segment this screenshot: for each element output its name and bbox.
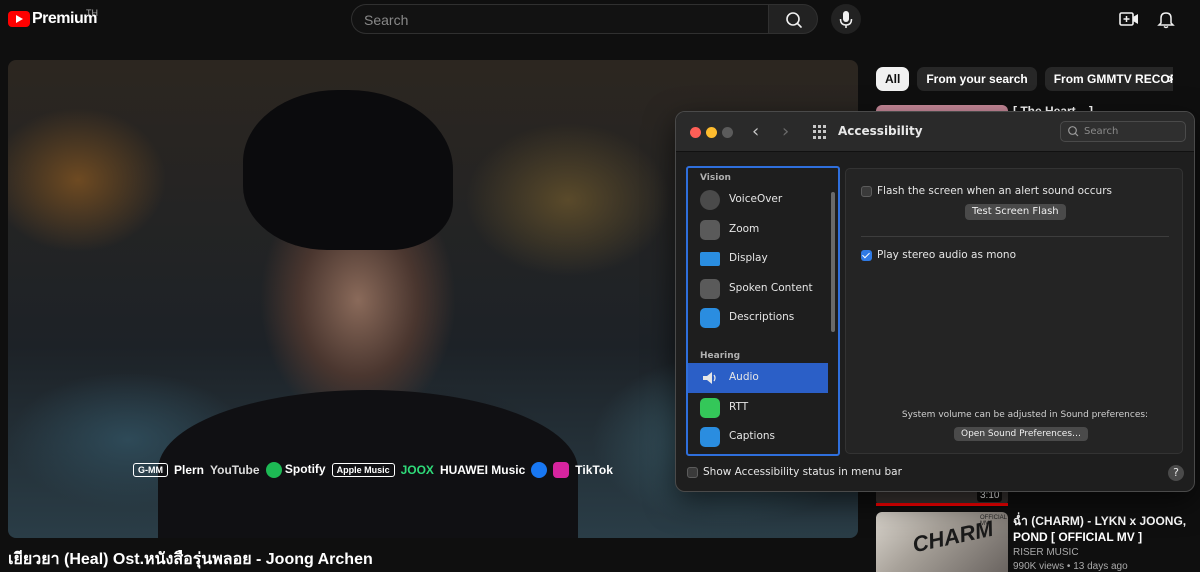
logo-apple-music: Apple Music: [331, 463, 395, 477]
microphone-icon: [839, 11, 853, 28]
sidebar-item-label: VoiceOver: [729, 193, 783, 205]
show-status-checkbox[interactable]: [687, 467, 698, 478]
logo-youtube: YouTube: [210, 463, 260, 477]
preferences-search-field[interactable]: Search: [1060, 121, 1186, 142]
show-all-grid-icon[interactable]: [813, 125, 827, 139]
instagram-icon: [553, 462, 570, 478]
chip-from-gmmtv-records[interactable]: From GMMTV RECORDS: [1044, 67, 1173, 91]
sidebar-item-voiceover[interactable]: VoiceOver: [688, 185, 828, 215]
notifications-button[interactable]: [1156, 9, 1176, 34]
section-vision: Vision: [700, 173, 731, 183]
logo-tiktok: TikTok: [575, 463, 613, 477]
video-frame-figure-hair: [243, 90, 453, 250]
chevron-right-icon[interactable]: ›: [1160, 70, 1180, 90]
create-video-icon: [1119, 12, 1138, 26]
sidebar-item-audio[interactable]: Audio: [688, 363, 828, 393]
search-icon: [1068, 126, 1079, 137]
spoken-content-icon: [700, 279, 720, 299]
window-titlebar[interactable]: ‹ › Accessibility Search: [676, 112, 1194, 152]
related-meta: 990K views • 13 days ago: [1013, 561, 1128, 572]
accessibility-sidebar[interactable]: Vision VoiceOver Zoom Display Spoken Con…: [686, 166, 840, 456]
country-code: TH: [86, 8, 98, 18]
bell-icon: [1157, 12, 1175, 29]
chip-all[interactable]: All: [876, 67, 910, 91]
minimize-window-button[interactable]: [706, 127, 717, 138]
sidebar-item-spoken-content[interactable]: Spoken Content: [688, 274, 828, 304]
sidebar-item-captions[interactable]: Captions: [688, 422, 828, 452]
video-title: เยียวยา (Heal) Ost.หนังสือรุ่นพลอย - Joo…: [8, 551, 373, 568]
sidebar-item-display[interactable]: Display: [688, 244, 828, 274]
create-button[interactable]: [1118, 9, 1140, 34]
sidebar-item-label: Spoken Content: [729, 282, 813, 294]
sidebar-item-descriptions[interactable]: Descriptions: [688, 303, 828, 333]
logo-joox: JOOX: [400, 463, 434, 477]
youtube-play-icon: [8, 11, 30, 27]
sidebar-item-zoom[interactable]: Zoom: [688, 215, 828, 245]
youtube-premium-logo[interactable]: Premium: [8, 10, 97, 28]
sidebar-item-label: Zoom: [729, 223, 760, 235]
back-chevron-icon[interactable]: ‹: [752, 121, 759, 142]
zoom-icon: [700, 220, 720, 240]
test-screen-flash-button[interactable]: Test Screen Flash: [965, 204, 1066, 220]
search-placeholder: Search: [1084, 126, 1119, 137]
search-box[interactable]: Search: [351, 4, 769, 34]
search-icon: [786, 12, 802, 28]
accessibility-window: ‹ › Accessibility Search Vision VoiceOve…: [675, 111, 1195, 492]
search-button[interactable]: [768, 4, 818, 34]
voice-search-button[interactable]: [831, 4, 861, 34]
help-button[interactable]: ?: [1168, 465, 1184, 481]
watch-progress-bar: [876, 503, 1008, 506]
logo-spotify-text: Spotify: [284, 462, 326, 477]
filter-chips: All From your search From GMMTV RECORDS: [876, 67, 1173, 91]
search-input[interactable]: Search: [364, 12, 408, 28]
sidebar-item-label: Audio: [729, 371, 759, 383]
flash-screen-label[interactable]: Flash the screen when an alert sound occ…: [877, 185, 1112, 197]
sidebar-item-label: RTT: [729, 401, 749, 413]
audio-settings-pane: Flash the screen when an alert sound occ…: [845, 168, 1183, 454]
mono-audio-checkbox[interactable]: [861, 250, 872, 261]
section-divider: [861, 236, 1169, 237]
volume-note: System volume can be adjusted in Sound p…: [901, 410, 1149, 420]
facebook-icon: [531, 462, 548, 478]
logo-gmm: G-MM: [133, 463, 168, 477]
close-window-button[interactable]: [690, 127, 701, 138]
logo-huawei-music: HUAWEI Music: [439, 463, 526, 477]
zoom-window-button[interactable]: [722, 127, 733, 138]
window-title: Accessibility: [838, 124, 923, 138]
open-sound-preferences-button[interactable]: Open Sound Preferences…: [954, 427, 1089, 441]
sidebar-item-label: Captions: [729, 430, 776, 442]
sidebar-item-label: Display: [729, 252, 768, 264]
forward-chevron-icon[interactable]: ›: [782, 121, 789, 142]
sidebar-scrollbar[interactable]: [831, 192, 835, 332]
logo-plern: Plern: [174, 463, 205, 477]
descriptions-icon: [700, 308, 720, 328]
display-icon: [700, 252, 720, 266]
flash-screen-checkbox[interactable]: [861, 186, 872, 197]
related-thumbnail-3[interactable]: CHARM OFFICIAL MV: [876, 512, 1008, 572]
section-hearing: Hearing: [700, 351, 741, 361]
related-title-3[interactable]: ฉ่ำ (CHARM) - LYKN x JOONG, POND [ OFFIC…: [1013, 513, 1193, 545]
video-logo-strip: G-MM Plern YouTube Spotify Apple Music J…: [133, 462, 613, 478]
captions-icon: [700, 427, 720, 447]
logo-spotify: Spotify: [265, 462, 326, 478]
youtube-header: Premium TH Search: [0, 0, 1200, 40]
voiceover-icon: [700, 190, 720, 210]
rtt-icon: [700, 398, 720, 418]
show-status-label[interactable]: Show Accessibility status in menu bar: [703, 466, 902, 478]
sidebar-item-rtt[interactable]: RTT: [688, 393, 828, 423]
thumbnail-tag: OFFICIAL MV: [980, 515, 1007, 527]
speaker-icon: [700, 368, 720, 388]
chip-from-your-search[interactable]: From your search: [917, 67, 1037, 91]
mono-audio-label[interactable]: Play stereo audio as mono: [877, 249, 1016, 261]
related-channel-name[interactable]: RISER MUSIC: [1013, 547, 1079, 558]
sidebar-item-label: Descriptions: [729, 311, 795, 323]
